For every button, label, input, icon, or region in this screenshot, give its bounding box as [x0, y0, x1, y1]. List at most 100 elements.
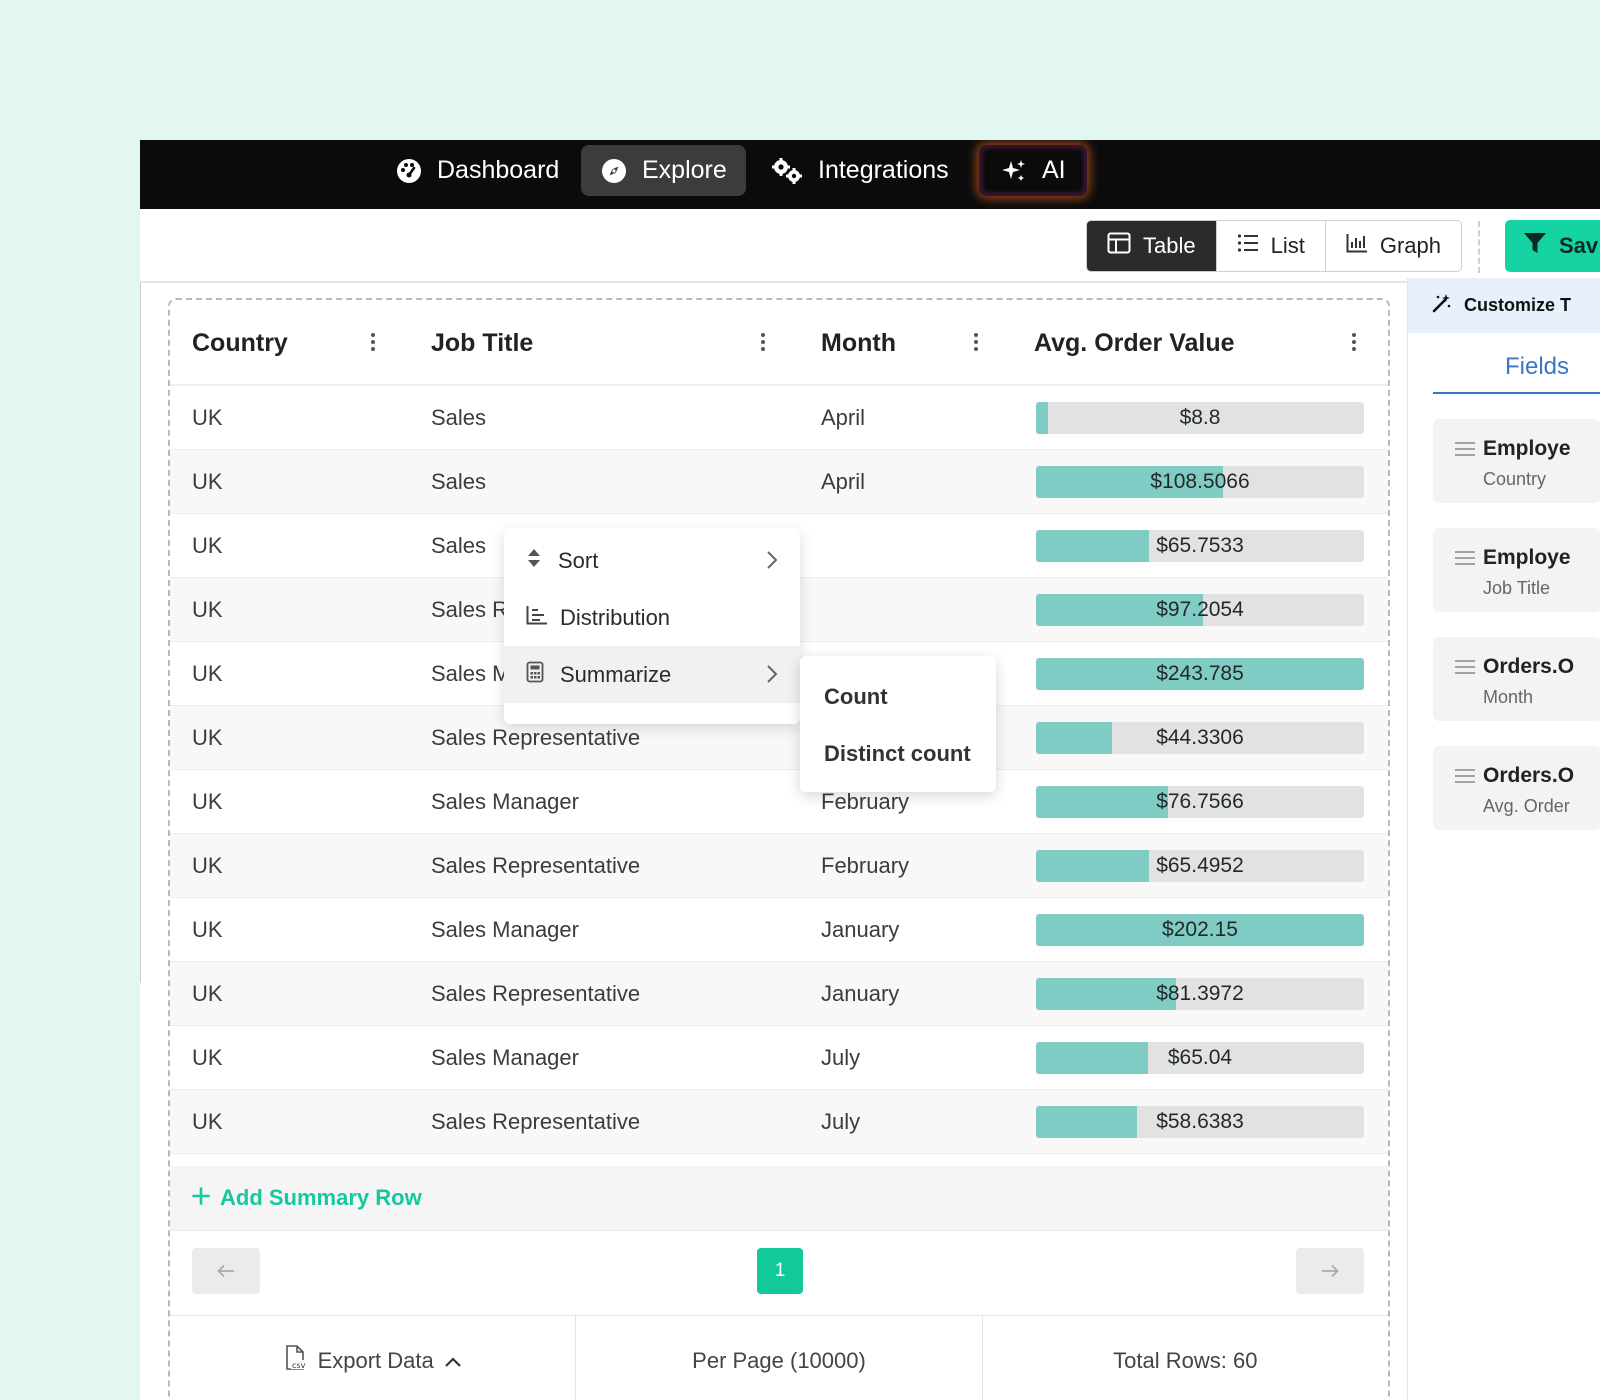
value-bar: $8.8 — [1036, 402, 1364, 434]
cell-country: UK — [192, 469, 223, 494]
drag-handle-icon[interactable] — [1455, 550, 1475, 571]
cell-avg-order-value: $202.15 — [1162, 918, 1238, 941]
column-header-month[interactable]: Month — [821, 300, 896, 386]
table-row[interactable]: UK Sales Manager February $76.7566 — [170, 770, 1388, 834]
save-button-label: Sav — [1559, 233, 1599, 258]
cell-country: UK — [192, 1109, 223, 1134]
table-row[interactable]: UK Sales Manager January $202.15 — [170, 898, 1388, 962]
arrow-left-icon — [217, 1258, 235, 1284]
prev-page-button[interactable] — [192, 1248, 260, 1294]
sort-icon — [526, 547, 542, 575]
page-number-button[interactable]: 1 — [757, 1248, 803, 1294]
column-menu-icon[interactable] — [1349, 328, 1359, 356]
value-bar: $44.3306 — [1036, 722, 1364, 754]
value-bar: $65.7533 — [1036, 530, 1364, 562]
column-menu-icon[interactable] — [368, 328, 378, 356]
menu-item-sort[interactable]: Sort — [504, 532, 800, 589]
column-menu-icon[interactable] — [971, 328, 981, 356]
cell-country: UK — [192, 981, 223, 1006]
cell-avg-order-value: $76.7566 — [1156, 790, 1244, 813]
cell-job-title: Sales — [431, 405, 487, 430]
table-row[interactable]: UK Sales Manager July $65.04 — [170, 1026, 1388, 1090]
view-graph-label: Graph — [1379, 233, 1441, 258]
export-data-label: Export Data — [317, 1348, 434, 1373]
cell-month: July — [821, 1045, 861, 1070]
value-bar: $202.15 — [1036, 914, 1364, 946]
field-card[interactable]: Orders.O Avg. Order — [1433, 746, 1600, 830]
next-page-button[interactable] — [1296, 1248, 1364, 1294]
cell-avg-order-value: $8.8 — [1179, 406, 1221, 429]
field-card[interactable]: Employe Job Title — [1433, 528, 1600, 612]
customize-panel-title: Customize T — [1464, 295, 1572, 315]
column-header-job-title[interactable]: Job Title — [431, 300, 533, 386]
magic-wand-icon — [1432, 293, 1452, 318]
table-row[interactable]: UK Sales Representative July $58.6383 — [170, 1090, 1388, 1154]
table-row[interactable]: UK Sales Representative February $65.4952 — [170, 834, 1388, 898]
cell-job-title: Sales Manager — [431, 1045, 579, 1070]
chevron-up-icon — [444, 1348, 462, 1374]
nav-dashboard-label: Dashboard — [437, 156, 560, 184]
chevron-right-icon — [766, 664, 778, 690]
cell-country: UK — [192, 789, 223, 814]
cell-job-title: Sales Representative — [431, 1109, 641, 1134]
submenu-item-count[interactable]: Count — [800, 668, 996, 725]
field-card-subtitle: Month — [1483, 687, 1534, 707]
nav-explore[interactable]: Explore — [581, 145, 746, 196]
pagination: 1 — [170, 1230, 1388, 1316]
field-card[interactable]: Employe Country — [1433, 419, 1600, 503]
cell-job-title: Sales — [431, 469, 487, 494]
cell-avg-order-value: $65.7533 — [1156, 534, 1244, 557]
app-window: Dashboard Explore Integrations AI Table … — [140, 140, 1600, 1400]
svg-text:csv: csv — [292, 1361, 306, 1370]
cell-avg-order-value: $81.3972 — [1156, 982, 1244, 1005]
table-row[interactable]: UK Sales Representative January $81.3972 — [170, 962, 1388, 1026]
nav-explore-label: Explore — [642, 156, 727, 184]
cell-job-title: Sales — [431, 533, 487, 558]
column-header-avg-order-value[interactable]: Avg. Order Value — [1034, 300, 1235, 386]
save-button[interactable]: Sav — [1505, 220, 1600, 272]
cell-avg-order-value: $97.2054 — [1156, 598, 1244, 621]
per-page-selector[interactable]: Per Page (10000) — [576, 1316, 983, 1400]
value-bar: $65.04 — [1036, 1042, 1364, 1074]
nav-ai-label: AI — [1042, 156, 1066, 184]
customize-panel: Customize T Fields Employe Country Emplo… — [1407, 278, 1600, 1400]
export-data-button[interactable]: csv Export Data — [170, 1316, 577, 1400]
value-bar: $65.4952 — [1036, 850, 1364, 882]
field-card-title: Orders.O — [1483, 655, 1575, 678]
drag-handle-icon[interactable] — [1455, 441, 1475, 462]
submenu-item-distinct-count[interactable]: Distinct count — [800, 725, 996, 782]
cell-country: UK — [192, 597, 223, 622]
value-bar: $76.7566 — [1036, 786, 1364, 818]
table-row[interactable]: UK Sales April $108.5066 — [170, 450, 1388, 514]
nav-ai[interactable]: AI — [979, 145, 1087, 196]
per-page-label: Per Page (10000) — [692, 1348, 866, 1373]
view-list-button[interactable]: List — [1216, 221, 1326, 271]
sparkles-icon — [1000, 157, 1028, 185]
menu-item-distribution[interactable]: Distribution — [504, 589, 800, 646]
tab-fields[interactable]: Fields — [1505, 353, 1569, 381]
nav-dashboard[interactable]: Dashboard — [376, 145, 578, 196]
value-bar: $243.785 — [1036, 658, 1364, 690]
cell-avg-order-value: $44.3306 — [1156, 726, 1244, 749]
nav-integrations[interactable]: Integrations — [751, 145, 968, 196]
column-context-menu: Sort Distribution Summarize — [504, 528, 800, 724]
column-header-country[interactable]: Country — [192, 300, 288, 386]
add-summary-row-button[interactable]: Add Summary Row — [170, 1166, 1388, 1230]
menu-item-sort-label: Sort — [558, 547, 599, 573]
field-card[interactable]: Orders.O Month — [1433, 637, 1600, 721]
arrow-right-icon — [1321, 1258, 1339, 1284]
cell-month: February — [821, 853, 910, 878]
menu-item-summarize[interactable]: Summarize — [504, 646, 800, 703]
view-graph-button[interactable]: Graph — [1325, 221, 1461, 271]
column-menu-icon[interactable] — [758, 328, 768, 356]
total-rows-label: Total Rows: 60 — [1113, 1348, 1258, 1373]
view-table-button[interactable]: Table — [1087, 221, 1217, 271]
drag-handle-icon[interactable] — [1455, 768, 1475, 789]
cell-avg-order-value: $65.4952 — [1156, 854, 1244, 877]
drag-handle-icon[interactable] — [1455, 659, 1475, 680]
cell-month: April — [821, 405, 866, 430]
gears-icon — [770, 157, 804, 185]
table-row[interactable]: UK Sales April $8.8 — [170, 386, 1388, 450]
nav-integrations-label: Integrations — [818, 156, 949, 184]
value-bar: $81.3972 — [1036, 978, 1364, 1010]
